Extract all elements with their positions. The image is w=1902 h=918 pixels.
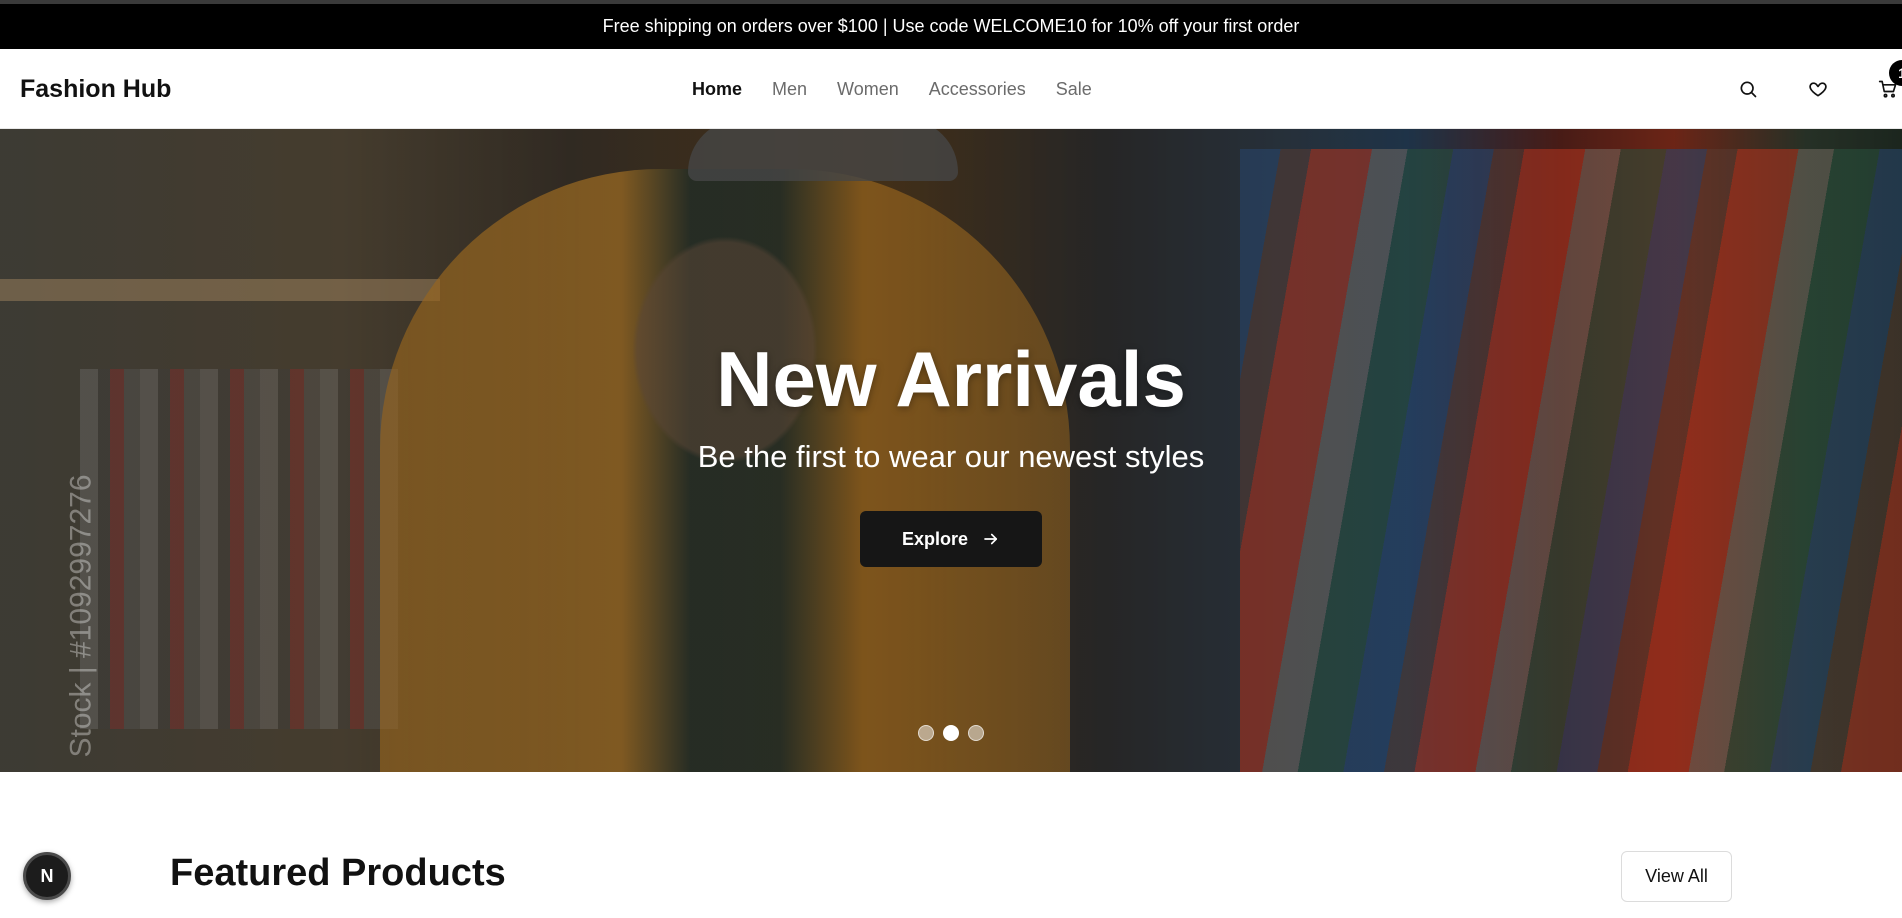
nav-item-home[interactable]: Home	[692, 79, 742, 100]
featured-products-heading: Featured Products	[170, 852, 506, 894]
nav-item-men[interactable]: Men	[772, 79, 807, 100]
heart-icon	[1809, 82, 1827, 97]
hero-content: New Arrivals Be the first to wear our ne…	[0, 129, 1902, 772]
nav-item-sale[interactable]: Sale	[1056, 79, 1092, 100]
site-logo[interactable]: Fashion Hub	[20, 49, 171, 129]
nav-item-accessories[interactable]: Accessories	[929, 79, 1026, 100]
explore-button[interactable]: Explore	[860, 511, 1042, 567]
search-button[interactable]	[1735, 76, 1761, 102]
nav-item-women[interactable]: Women	[837, 79, 899, 100]
hero-subtitle: Be the first to wear our newest styles	[697, 439, 1205, 474]
search-icon	[1740, 81, 1757, 98]
view-all-button[interactable]: View All	[1621, 851, 1732, 902]
announcement-bar: Free shipping on orders over $100 | Use …	[0, 4, 1902, 49]
hero-banner: Stock | #1092997276 New Arrivals Be the …	[0, 129, 1902, 772]
hero-title: New Arrivals	[716, 335, 1186, 423]
announcement-text: Free shipping on orders over $100 | Use …	[602, 16, 1300, 36]
arrow-right-icon	[984, 533, 998, 545]
carousel-dots	[918, 725, 984, 741]
dev-tools-badge[interactable]: N	[23, 852, 71, 900]
explore-button-label: Explore	[901, 528, 969, 549]
main-nav: Home Men Women Accessories Sale	[692, 49, 1092, 129]
wishlist-button[interactable]	[1805, 76, 1831, 102]
carousel-dot-2[interactable]	[943, 725, 959, 741]
cart-button[interactable]: 1	[1875, 60, 1902, 102]
carousel-dot-3[interactable]	[968, 725, 984, 741]
carousel-dot-1[interactable]	[918, 725, 934, 741]
header-actions: 1	[1642, 49, 1902, 129]
site-header: Fashion Hub Home Men Women Accessories S…	[0, 49, 1902, 129]
